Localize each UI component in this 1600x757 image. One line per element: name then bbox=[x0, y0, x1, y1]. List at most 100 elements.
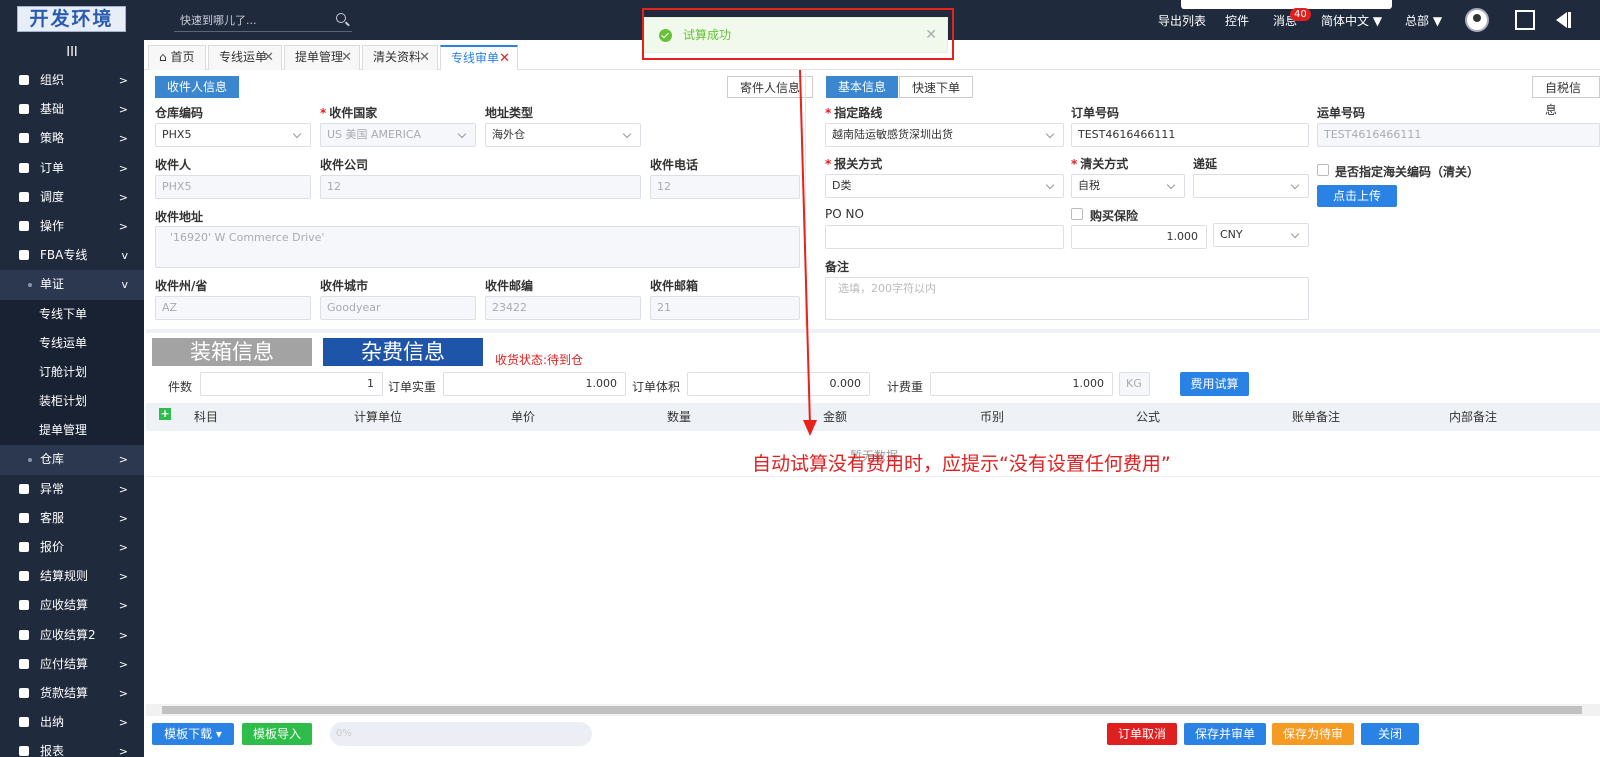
sidebar-item[interactable]: 仓库 > bbox=[0, 445, 144, 475]
address-textarea[interactable]: '16920' W Commerce Drive' bbox=[155, 226, 800, 268]
org-icon bbox=[19, 75, 29, 85]
sidebar-subitem[interactable]: 专线运单 bbox=[0, 328, 144, 358]
label: 是否指定海关编码（清关） bbox=[1335, 165, 1480, 179]
fullscreen-icon[interactable] bbox=[1515, 10, 1535, 30]
label: 订单实重 bbox=[388, 380, 437, 394]
collapse-icon[interactable] bbox=[1556, 12, 1571, 28]
address-type-select[interactable]: 海外仓 bbox=[485, 123, 641, 147]
email-input[interactable]: 21 bbox=[650, 296, 800, 320]
order-no-input[interactable]: TEST4616466111 bbox=[1071, 123, 1309, 147]
defer-select[interactable] bbox=[1193, 174, 1309, 198]
sidebar-item[interactable]: 策略 > bbox=[0, 124, 144, 153]
currency-select[interactable]: CNY bbox=[1213, 223, 1309, 247]
label: 订单号码 bbox=[1071, 106, 1120, 120]
charge-weight-input[interactable]: 1.000 bbox=[930, 372, 1113, 396]
highlight-box bbox=[642, 8, 954, 60]
calc-fee-button[interactable]: 费用试算 bbox=[1180, 372, 1249, 396]
tab-bill[interactable]: 提单管理 ✕ bbox=[284, 45, 360, 70]
volume-input[interactable]: 0.000 bbox=[687, 372, 870, 396]
close-icon[interactable]: ✕ bbox=[419, 46, 430, 69]
sidebar-item[interactable]: 出纳 > bbox=[0, 708, 144, 737]
sidebar-item[interactable]: 货款结算 > bbox=[0, 679, 144, 708]
remark-textarea[interactable]: 选填，200字符以内 bbox=[825, 277, 1309, 320]
sidebar-item[interactable]: 报表 > bbox=[0, 737, 144, 757]
sidebar-item[interactable]: 应付结算 > bbox=[0, 650, 144, 679]
sidebar-subitem[interactable]: 专线下单 bbox=[0, 299, 144, 329]
tab-audit[interactable]: 专线审单 ✕ bbox=[440, 45, 518, 70]
sidebar-item[interactable]: FBA专线 v bbox=[0, 241, 144, 270]
label: 计费重 bbox=[887, 380, 924, 394]
org-select[interactable]: 总部 ▼ bbox=[1405, 12, 1442, 29]
sidebar-item[interactable]: 调度 > bbox=[0, 183, 144, 212]
horizontal-scrollbar[interactable] bbox=[146, 704, 1600, 716]
sidebar-item[interactable]: 订单 > bbox=[0, 154, 144, 183]
po-no-input[interactable] bbox=[825, 225, 1064, 249]
waybill-input[interactable]: TEST4616466111 bbox=[1317, 123, 1600, 147]
quick-search-input[interactable]: 快速到哪儿了... bbox=[174, 10, 352, 32]
tab-home[interactable]: ⌂ 首页 bbox=[148, 45, 206, 70]
template-download-button[interactable]: 模板下载 ▾ bbox=[152, 723, 234, 745]
export-list-link[interactable]: 导出列表 bbox=[1158, 12, 1206, 29]
tab-fees[interactable]: 杂费信息 bbox=[323, 338, 483, 366]
insurance-input[interactable]: 1.000 bbox=[1071, 225, 1207, 249]
sidebar-item[interactable]: 客服 > bbox=[0, 504, 144, 533]
service-icon bbox=[19, 512, 29, 523]
tab-receiver[interactable]: 收件人信息 bbox=[155, 76, 240, 98]
upload-button[interactable]: 点击上传 bbox=[1317, 185, 1397, 207]
language-select[interactable]: 简体中文 ▼ bbox=[1321, 12, 1382, 29]
tab-quick-order[interactable]: 快速下单 bbox=[899, 76, 974, 98]
sidebar-item[interactable]: 异常 > bbox=[0, 475, 144, 504]
widgets-link[interactable]: 控件 bbox=[1225, 12, 1249, 29]
sidebar-item[interactable]: 基础 > bbox=[0, 95, 144, 124]
label: 清关方式 bbox=[1071, 155, 1128, 172]
route-select[interactable]: 越南陆运敏感货深圳出货 bbox=[825, 123, 1064, 147]
sidebar-item[interactable]: 报价 > bbox=[0, 533, 144, 562]
close-icon[interactable]: ✕ bbox=[263, 46, 274, 69]
state-input[interactable]: AZ bbox=[155, 296, 311, 320]
progress-bar: 0% bbox=[330, 722, 592, 746]
phone-input[interactable]: 12 bbox=[650, 175, 800, 199]
sidebar-item[interactable]: 组织 > bbox=[0, 66, 144, 95]
home-icon: ⌂ bbox=[159, 50, 171, 64]
search-icon[interactable] bbox=[336, 13, 346, 23]
add-row-icon[interactable]: + bbox=[159, 408, 171, 420]
tab-waybill[interactable]: 专线运单 ✕ bbox=[208, 45, 282, 70]
avatar[interactable] bbox=[1465, 8, 1489, 32]
tab-packing[interactable]: 装箱信息 bbox=[152, 338, 312, 366]
customs-checkbox[interactable] bbox=[1317, 164, 1329, 176]
pieces-input[interactable]: 1 bbox=[200, 372, 383, 396]
declaration-select[interactable]: D类 bbox=[825, 174, 1064, 198]
city-input[interactable]: Goodyear bbox=[320, 296, 476, 320]
save-pending-button[interactable]: 保存为待审 bbox=[1272, 723, 1354, 745]
sidebar-subitem[interactable]: 订舱计划 bbox=[0, 357, 144, 388]
receiver-input[interactable]: PHX5 bbox=[155, 175, 311, 199]
company-input[interactable]: 12 bbox=[320, 175, 641, 199]
sidebar-item[interactable]: 结算规则 > bbox=[0, 562, 144, 591]
coins-icon bbox=[19, 658, 29, 669]
sidebar-subitem[interactable]: 提单管理 bbox=[0, 416, 144, 446]
menu-toggle-icon[interactable]: III bbox=[0, 40, 144, 66]
close-button[interactable]: 关闭 bbox=[1361, 723, 1419, 745]
insurance-checkbox[interactable] bbox=[1071, 208, 1083, 220]
table-header: 科目 计算单位 单价 数量 金额 币别 公式 账单备注 内部备注 bbox=[146, 403, 1600, 431]
tab-customs[interactable]: 清关资料 ✕ bbox=[362, 45, 438, 70]
sidebar-item[interactable]: 操作 > bbox=[0, 212, 144, 241]
sidebar-item[interactable]: 单证 v bbox=[0, 270, 144, 300]
sidebar-item[interactable]: 应收结算2 > bbox=[0, 621, 144, 650]
warehouse-select[interactable]: PHX5 bbox=[155, 123, 311, 147]
sidebar-item[interactable]: 应收结算 > bbox=[0, 591, 144, 620]
sidebar-subitem[interactable]: 装柜计划 bbox=[0, 387, 144, 417]
clearance-select[interactable]: 自税 bbox=[1071, 174, 1185, 198]
tab-basic[interactable]: 基本信息 bbox=[826, 76, 899, 98]
order-cancel-button[interactable]: 订单取消 bbox=[1107, 723, 1177, 745]
close-icon[interactable]: ✕ bbox=[341, 46, 352, 69]
country-select[interactable]: US 美国 AMERICA bbox=[320, 123, 476, 147]
zip-input[interactable]: 23422 bbox=[485, 296, 641, 320]
unit-input: KG bbox=[1119, 372, 1150, 396]
save-audit-button[interactable]: 保存并审单 bbox=[1184, 723, 1266, 745]
weight-input[interactable]: 1.000 bbox=[443, 372, 626, 396]
template-import-button[interactable]: 模板导入 bbox=[242, 723, 312, 745]
dropdown-panel bbox=[1181, 0, 1392, 9]
close-icon[interactable]: ✕ bbox=[499, 47, 510, 70]
tab-tax[interactable]: 自税信息 bbox=[1532, 76, 1600, 117]
